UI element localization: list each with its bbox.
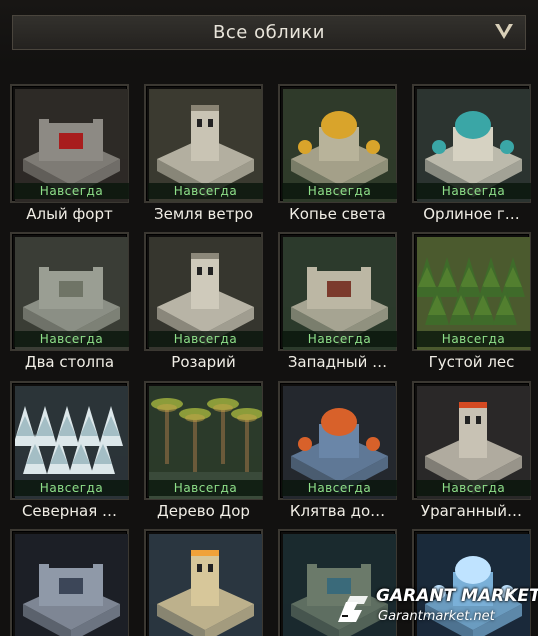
watermark-title: GARANT MARKET bbox=[376, 586, 538, 606]
skin-name: Ураганный… bbox=[420, 502, 523, 520]
duration-badge: Навсегда bbox=[282, 331, 397, 347]
watermark-subtitle: Garantmarket.net bbox=[378, 609, 495, 624]
watermark: GARANT MARKET Garantmarket.net bbox=[330, 582, 538, 636]
duration-badge: Навсегда bbox=[282, 183, 397, 199]
duration-badge: Навсегда bbox=[416, 331, 531, 347]
skin-name: Западный … bbox=[287, 353, 388, 371]
skin-name: Земля ветро bbox=[153, 205, 254, 223]
chevron-down-icon[interactable] bbox=[493, 22, 515, 42]
skin-name: Густой лес bbox=[428, 353, 515, 371]
skin-thumbnail-frame: Навсегда bbox=[10, 232, 129, 351]
skin-thumbnail-frame bbox=[10, 529, 129, 636]
skin-thumbnail-frame: Навсегда bbox=[278, 381, 397, 500]
skin-thumbnail-frame: Навсегда bbox=[144, 381, 263, 500]
skin-filter-label: Все облики bbox=[213, 22, 325, 43]
skin-grid: Навсегда Алый форт Навсегда Земля ветро Навс… bbox=[0, 66, 538, 636]
skin-name: Орлиное г… bbox=[423, 205, 520, 223]
duration-badge: Навсегда bbox=[148, 331, 263, 347]
skin-name: Алый форт bbox=[26, 205, 113, 223]
skin-thumbnail-frame bbox=[144, 529, 263, 636]
skin-thumbnail-frame: Навсегда bbox=[278, 232, 397, 351]
skin-thumbnail-frame: Навсегда bbox=[412, 381, 531, 500]
skin-thumbnail-frame: Навсегда bbox=[10, 84, 129, 203]
skin-thumbnail-frame: Навсегда bbox=[10, 381, 129, 500]
skin-preview-image bbox=[149, 534, 262, 636]
scrolled-row-labels bbox=[0, 50, 538, 66]
skin-thumbnail-frame: Навсегда bbox=[144, 84, 263, 203]
duration-badge: Навсегда bbox=[416, 183, 531, 199]
skin-name: Клятва до… bbox=[289, 502, 386, 520]
skin-name: Северная … bbox=[21, 502, 118, 520]
skin-preview-image bbox=[15, 534, 128, 636]
duration-badge: Навсегда bbox=[14, 183, 129, 199]
skin-name: Копье света bbox=[289, 205, 386, 223]
skin-thumbnail-frame: Навсегда bbox=[144, 232, 263, 351]
duration-badge: Навсегда bbox=[148, 183, 263, 199]
skin-name: Розарий bbox=[171, 353, 236, 371]
duration-badge: Навсегда bbox=[148, 480, 263, 496]
duration-badge: Навсегда bbox=[416, 480, 531, 496]
skin-name: Дерево Дор bbox=[157, 502, 250, 520]
skin-thumbnail-frame: Навсегда bbox=[278, 84, 397, 203]
garant-logo-icon bbox=[338, 596, 368, 622]
duration-badge: Навсегда bbox=[14, 331, 129, 347]
skin-filter-dropdown[interactable]: Все облики bbox=[12, 15, 526, 50]
skin-thumbnail-frame: Навсегда bbox=[412, 84, 531, 203]
duration-badge: Навсегда bbox=[282, 480, 397, 496]
skin-name: Два столпа bbox=[24, 353, 115, 371]
skin-thumbnail-frame: Навсегда bbox=[412, 232, 531, 351]
duration-badge: Навсегда bbox=[14, 480, 129, 496]
